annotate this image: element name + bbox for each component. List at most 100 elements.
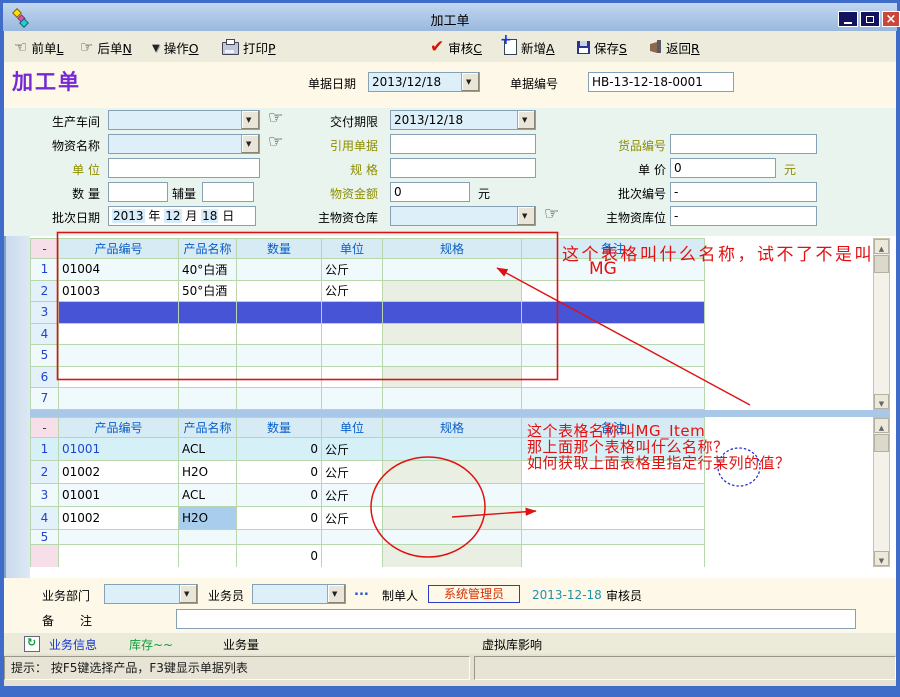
amount-input[interactable]: 0 xyxy=(390,182,470,202)
main-location-input[interactable]: - xyxy=(670,206,817,226)
cell-code[interactable]: 01002 xyxy=(59,461,179,484)
cell-code[interactable] xyxy=(59,323,179,345)
return-button[interactable]: 返回R xyxy=(648,37,700,57)
cell-qty[interactable] xyxy=(237,388,322,410)
unit-input[interactable] xyxy=(108,158,260,178)
cell-qty[interactable] xyxy=(237,259,322,281)
cell-name[interactable]: 40°白酒 xyxy=(179,259,237,281)
cell-qty[interactable]: 0 xyxy=(237,484,322,507)
goods-no-input[interactable] xyxy=(670,134,817,154)
table-row[interactable]: 7 xyxy=(31,388,705,410)
column-header-row-number[interactable]: - xyxy=(31,239,59,259)
cell-row-number[interactable]: 1 xyxy=(31,438,59,461)
table-row[interactable]: 301001ACL0公斤 xyxy=(31,484,705,507)
cell-note[interactable] xyxy=(522,530,705,545)
doc-no-input[interactable]: HB-13-12-18-0001 xyxy=(588,72,734,92)
cell-unit[interactable] xyxy=(322,302,383,324)
column-header-spec[interactable]: 规格 xyxy=(383,418,522,438)
cell-note[interactable] xyxy=(522,507,705,530)
table-row[interactable]: 6 xyxy=(31,366,705,388)
cell-note[interactable] xyxy=(522,461,705,484)
refresh-icon[interactable] xyxy=(24,636,40,652)
cell-row-number[interactable]: 6 xyxy=(31,366,59,388)
upper-grid-scrollbar[interactable] xyxy=(873,238,890,410)
ref-doc-input[interactable] xyxy=(390,134,536,154)
cell-note[interactable] xyxy=(522,345,705,367)
close-button[interactable] xyxy=(882,11,900,27)
column-header-unit[interactable]: 单位 xyxy=(322,418,383,438)
cell-unit[interactable] xyxy=(322,323,383,345)
cell-name[interactable]: H2O xyxy=(179,507,237,530)
lower-grid-scrollbar[interactable] xyxy=(873,417,890,567)
dept-combo[interactable] xyxy=(104,584,198,604)
tab-business-info[interactable]: 业务信息 xyxy=(49,637,97,653)
cell-unit[interactable] xyxy=(322,388,383,410)
chevron-down-icon[interactable] xyxy=(241,135,259,153)
column-header-unit[interactable]: 单位 xyxy=(322,239,383,259)
cell-qty[interactable] xyxy=(237,323,322,345)
cell-note[interactable] xyxy=(522,438,705,461)
column-header-code[interactable]: 产品编号 xyxy=(59,418,179,438)
cell-unit[interactable]: 公斤 xyxy=(322,507,383,530)
price-input[interactable]: 0 xyxy=(670,158,776,178)
save-button[interactable]: 保存S xyxy=(577,37,627,57)
column-header-note[interactable]: 备注 xyxy=(522,418,705,438)
table-row[interactable]: 4 xyxy=(31,323,705,345)
cell-row-number[interactable]: 2 xyxy=(31,280,59,302)
cell-row-number[interactable]: 4 xyxy=(31,323,59,345)
column-header-spec[interactable]: 规格 xyxy=(383,239,522,259)
cell-row-number[interactable]: 5 xyxy=(31,530,59,545)
cell-spec[interactable] xyxy=(383,323,522,345)
cell-spec[interactable] xyxy=(383,388,522,410)
tab-stock[interactable]: 库存~~ xyxy=(129,637,173,653)
chevron-down-icon[interactable] xyxy=(517,111,535,129)
column-header-qty[interactable]: 数量 xyxy=(237,418,322,438)
cell-row-number[interactable]: 3 xyxy=(31,484,59,507)
cell-code[interactable]: 01004 xyxy=(59,259,179,281)
cell-qty[interactable]: 0 xyxy=(237,438,322,461)
table-row[interactable]: 5 xyxy=(31,530,705,545)
chevron-down-icon[interactable] xyxy=(517,207,535,225)
cell-unit[interactable]: 公斤 xyxy=(322,280,383,302)
new-button[interactable]: 新增A xyxy=(504,37,555,57)
cell-code[interactable] xyxy=(59,302,179,324)
cell-unit[interactable]: 公斤 xyxy=(322,484,383,507)
cell-name[interactable] xyxy=(179,323,237,345)
cell-spec[interactable] xyxy=(383,438,522,461)
tab-business-volume[interactable]: 业务量 xyxy=(223,637,259,653)
scroll-down-icon[interactable] xyxy=(874,551,889,566)
cell-code[interactable]: 01001 xyxy=(59,484,179,507)
cell-code[interactable] xyxy=(59,530,179,545)
warehouse-lookup-hand-icon[interactable] xyxy=(544,204,559,224)
column-header-note[interactable]: 备注 xyxy=(522,239,705,259)
more-button[interactable]: ... xyxy=(354,584,369,599)
print-button[interactable]: 打印P xyxy=(222,37,276,57)
cell-qty[interactable] xyxy=(237,345,322,367)
cell-note[interactable] xyxy=(522,259,705,281)
cell-qty[interactable]: 0 xyxy=(237,507,322,530)
aux-qty-input[interactable] xyxy=(202,182,254,202)
maximize-button[interactable] xyxy=(860,11,880,27)
cell-row-number[interactable]: 7 xyxy=(31,388,59,410)
workshop-lookup-hand-icon[interactable] xyxy=(268,108,283,128)
column-header-name[interactable]: 产品名称 xyxy=(179,418,237,438)
cell-code[interactable] xyxy=(59,366,179,388)
cell-qty[interactable] xyxy=(237,280,322,302)
cell-spec[interactable] xyxy=(383,507,522,530)
batch-date-input[interactable]: 2013 年 12 月 18 日 xyxy=(108,206,256,226)
chevron-down-icon[interactable] xyxy=(327,585,345,603)
cell-spec[interactable] xyxy=(383,302,522,324)
cell-name[interactable] xyxy=(179,366,237,388)
workshop-combo[interactable] xyxy=(108,110,260,130)
cell-row-number[interactable]: 3 xyxy=(31,302,59,324)
table-row[interactable]: 101001ACL0公斤 xyxy=(31,438,705,461)
cell-note[interactable] xyxy=(522,302,705,324)
cell-name[interactable]: 50°白酒 xyxy=(179,280,237,302)
cell-qty[interactable] xyxy=(237,302,322,324)
cell-note[interactable] xyxy=(522,388,705,410)
table-row[interactable]: 401002H2O0公斤 xyxy=(31,507,705,530)
cell-unit[interactable]: 公斤 xyxy=(322,461,383,484)
cell-code[interactable] xyxy=(59,388,179,410)
cell-code[interactable]: 01002 xyxy=(59,507,179,530)
scrollbar-thumb[interactable] xyxy=(874,434,889,452)
